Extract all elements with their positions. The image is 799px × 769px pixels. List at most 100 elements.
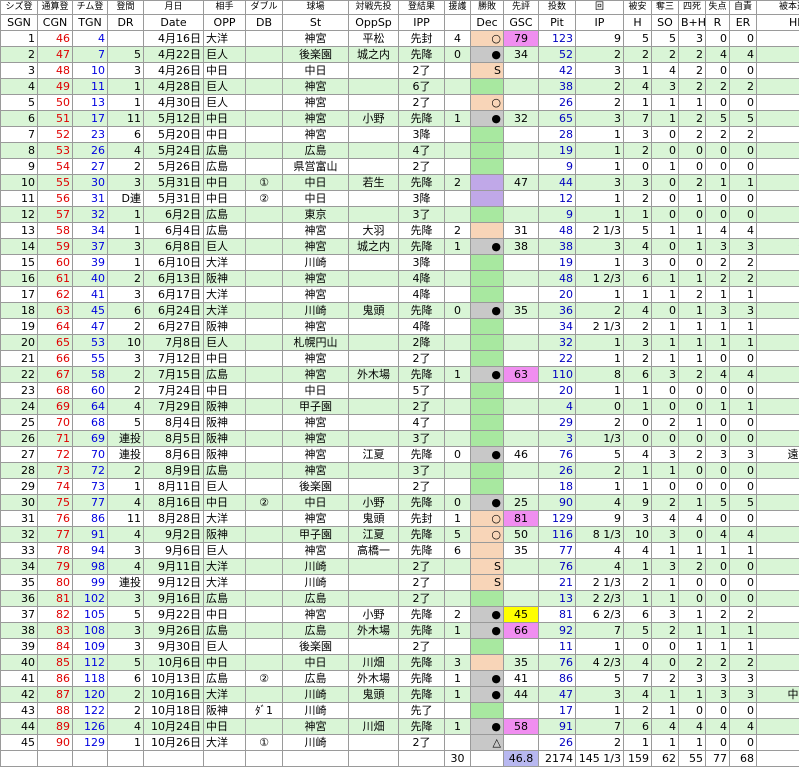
table-cell: 9月12日	[143, 574, 204, 591]
table-cell: 4	[705, 526, 730, 543]
table-cell: 広島	[282, 142, 349, 159]
table-cell: 3	[623, 174, 652, 191]
table-cell	[245, 110, 283, 127]
table-cell: 5	[575, 670, 624, 687]
table-cell: 0	[729, 30, 757, 47]
table-cell: 中日	[203, 174, 246, 191]
table-cell: 2	[729, 254, 757, 271]
table-cell: 大羽	[348, 222, 399, 239]
table-cell	[756, 158, 799, 175]
header-cell: 登間	[107, 0, 144, 15]
table-cell: 46	[37, 30, 73, 47]
gsc-cell: 38	[503, 238, 539, 255]
table-cell	[348, 734, 399, 751]
table-cell: 78	[37, 542, 73, 559]
table-row: 23 68 60 2 7月24日 中日 中日 5了 20 1 1 0 0 0 0	[0, 382, 799, 399]
table-cell: 73	[72, 478, 108, 495]
gsc-cell	[503, 558, 539, 575]
table-cell: 66	[37, 350, 73, 367]
table-row: 3 48 10 3 4月26日 中日 中日 2了 S 42 3 1 4 2 0 0	[0, 62, 799, 79]
table-cell: 10	[623, 526, 652, 543]
table-cell: 27	[72, 158, 108, 175]
table-cell: 6	[623, 270, 652, 287]
table-row: 30 75 77 4 8月16日 中日 ② 中日 小野 先降 0 ● 25 90 4 9 2 1 5 5	[0, 494, 799, 511]
table-cell: 1	[729, 398, 757, 415]
table-cell: 3	[678, 670, 706, 687]
table-cell: 広島	[203, 622, 246, 639]
table-cell: 4	[729, 366, 757, 383]
table-cell: 0	[729, 382, 757, 399]
table-cell	[245, 382, 283, 399]
table-cell: 61	[37, 270, 73, 287]
table-cell: 4	[107, 398, 144, 415]
header-code-cell: Date	[143, 14, 204, 31]
table-cell: 26	[0, 430, 38, 447]
table-cell: 先降	[398, 302, 445, 319]
table-cell: 38	[538, 238, 576, 255]
gsc-cell	[503, 430, 539, 447]
table-cell: 65	[538, 110, 576, 127]
table-cell: 大洋	[203, 558, 246, 575]
table-cell: 2	[705, 254, 730, 271]
table-cell	[756, 142, 799, 159]
table-cell: 52	[538, 46, 576, 63]
header-cell: 投数	[538, 0, 576, 15]
table-cell: 5	[623, 30, 652, 47]
table-cell: 0	[651, 654, 679, 671]
table-row: 11 56 31 D連 5月31日 中日 ② 中日 3降 12 1 2 0 1 0 0	[0, 190, 799, 207]
header-cell: 相手	[203, 0, 246, 15]
table-cell: 神宮	[282, 350, 349, 367]
table-cell: 連投	[107, 574, 144, 591]
table-cell	[245, 430, 283, 447]
header-code-cell: B+H	[678, 14, 706, 31]
table-cell: 9月16日	[143, 590, 204, 607]
totals-row: 30 46.82174145 1/31596255776813	[0, 750, 799, 767]
table-cell: 4降	[398, 318, 445, 335]
table-cell: 中日	[203, 350, 246, 367]
table-cell: 1	[705, 542, 730, 559]
table-cell: 10月16日	[143, 686, 204, 703]
table-cell: 6	[107, 302, 144, 319]
table-cell: 3	[651, 78, 679, 95]
table-cell: 甲子園	[282, 526, 349, 543]
table-row: 206553107月8日巨人札幌円山2降32131111高田	[0, 334, 799, 351]
table-cell: 2	[729, 654, 757, 671]
table-cell: 12	[538, 190, 576, 207]
table-cell	[756, 734, 799, 751]
table-cell: 先降	[398, 238, 445, 255]
table-cell: 19	[538, 254, 576, 271]
table-cell: 26	[538, 94, 576, 111]
table-cell: 2了	[398, 350, 445, 367]
table-cell: 4	[729, 718, 757, 735]
gsc-cell: 35	[503, 302, 539, 319]
table-cell	[444, 414, 471, 431]
table-cell: 甲子園	[282, 398, 349, 415]
table-cell: 7月29日	[143, 398, 204, 415]
table-cell: 68	[37, 382, 73, 399]
table-cell: 4月22日	[143, 46, 204, 63]
table-cell: 鬼頭	[348, 302, 399, 319]
table-cell: 巨人	[203, 94, 246, 111]
table-cell: 中日	[282, 190, 349, 207]
table-cell: 22	[0, 366, 38, 383]
table-cell: 109	[72, 638, 108, 655]
table-cell: 19	[0, 318, 38, 335]
table-cell	[756, 606, 799, 623]
table-cell: 1	[107, 478, 144, 495]
table-cell: 4	[107, 494, 144, 511]
table-cell: 0	[729, 558, 757, 575]
table-cell: 2	[678, 366, 706, 383]
table-cell: 2	[678, 126, 706, 143]
table-row: 9 54 27 2 5月26日 広島 県営富山 2了 9 1 0 1 0 0 0	[0, 158, 799, 175]
gsc-cell: 81	[503, 510, 539, 527]
header-code-cell: SO	[651, 14, 679, 31]
table-cell: 0	[705, 558, 730, 575]
total-cell	[72, 750, 108, 767]
table-cell: 大洋	[203, 254, 246, 271]
table-cell: 45	[72, 302, 108, 319]
table-cell: 2	[107, 686, 144, 703]
table-cell	[348, 142, 399, 159]
table-cell	[245, 318, 283, 335]
table-cell: 0	[705, 462, 730, 479]
table-cell: 23	[0, 382, 38, 399]
